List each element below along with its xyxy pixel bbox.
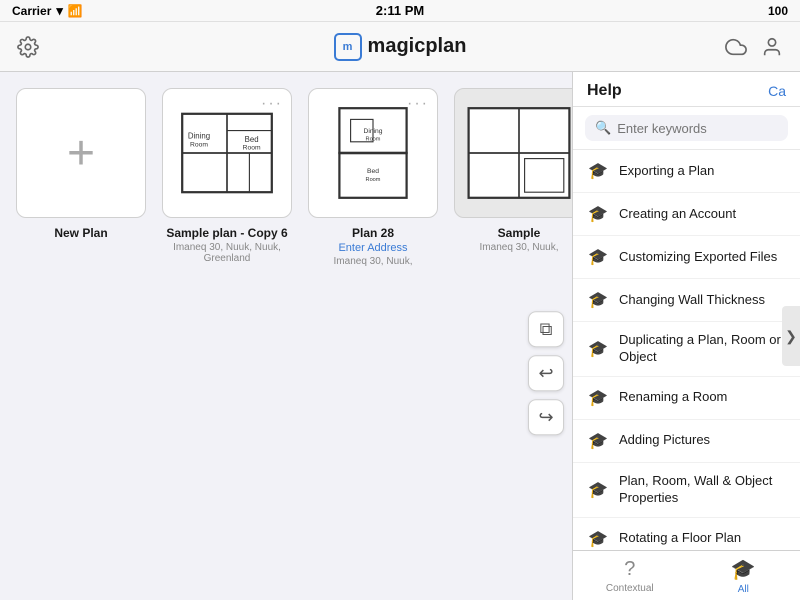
three-dots-icon[interactable]: ··· [261, 95, 283, 113]
help-item-text-customizing: Customizing Exported Files [619, 249, 786, 266]
cloud-icon[interactable] [724, 35, 748, 59]
help-header: Help Ca [573, 72, 800, 107]
help-item-text-creating: Creating an Account [619, 206, 786, 223]
copy-button[interactable]: ⧉ [528, 311, 564, 347]
plan-sublabel-28: Imaneq 30, Nuuk, [334, 256, 413, 267]
help-item-creating-account[interactable]: 🎓 Creating an Account [573, 193, 800, 236]
gear-icon[interactable] [16, 35, 40, 59]
help-item-wall-thickness[interactable]: 🎓 Changing Wall Thickness [573, 279, 800, 322]
nav-bar: m magicplan [0, 22, 800, 72]
help-item-plan-properties[interactable]: 🎓 Plan, Room, Wall & Object Properties [573, 463, 800, 518]
help-search: 🔍 [573, 107, 800, 150]
help-item-adding-pictures[interactable]: 🎓 Adding Pictures [573, 420, 800, 463]
help-item-renaming[interactable]: 🎓 Renaming a Room [573, 377, 800, 420]
new-plan-thumb[interactable]: + [16, 88, 146, 218]
cap-icon-wall: 🎓 [587, 289, 609, 311]
nav-right [724, 35, 784, 59]
svg-text:Room: Room [243, 145, 261, 152]
add-icon: + [67, 126, 95, 181]
help-list: 🎓 Exporting a Plan 🎓 Creating an Account… [573, 150, 800, 550]
plan-sublabel-copy6: Imaneq 30, Nuuk, Nuuk, Greenland [162, 242, 292, 264]
svg-text:Bed: Bed [367, 168, 379, 175]
help-search-inner: 🔍 [585, 115, 788, 141]
help-item-rotating[interactable]: 🎓 Rotating a Floor Plan [573, 518, 800, 550]
logo-box: m [334, 33, 362, 61]
help-item-duplicating[interactable]: 🎓 Duplicating a Plan, Room or Object [573, 322, 800, 377]
svg-text:Dining: Dining [188, 131, 210, 140]
status-bar: Carrier ▾ 📶 2:11 PM 100 [0, 0, 800, 22]
help-item-text-exporting: Exporting a Plan [619, 163, 786, 180]
cap-icon-rotating: 🎓 [587, 528, 609, 550]
help-item-text-duplicating: Duplicating a Plan, Room or Object [619, 332, 786, 366]
cap-icon-customizing: 🎓 [587, 246, 609, 268]
cap-icon-properties: 🎓 [587, 479, 609, 501]
help-cancel-button[interactable]: Ca [768, 83, 786, 99]
help-footer: ? Contextual 🎓 All [573, 550, 800, 600]
battery-label: 100 [768, 4, 788, 18]
svg-text:Room: Room [190, 141, 208, 148]
status-left: Carrier ▾ 📶 [12, 3, 83, 19]
plan-card-sample-partial[interactable]: Sample Imaneq 30, Nuuk, [454, 88, 572, 253]
svg-text:Room: Room [366, 177, 381, 183]
contextual-tab-label: Contextual [606, 583, 654, 594]
plan-label-28: Plan 28 [352, 226, 394, 240]
chevron-right-icon: ❯ [785, 328, 797, 345]
help-item-text-pictures: Adding Pictures [619, 432, 786, 449]
help-item-text-rotating: Rotating a Floor Plan [619, 530, 786, 547]
nav-left [16, 35, 76, 59]
help-item-text-renaming: Renaming a Room [619, 389, 786, 406]
status-right: 100 [768, 4, 788, 18]
status-time: 2:11 PM [376, 3, 424, 18]
search-icon: 🔍 [595, 120, 611, 136]
cap-icon-renaming: 🎓 [587, 387, 609, 409]
plan-card-28[interactable]: ··· Dining Room Bed Room Plan 28 Enter A… [308, 88, 438, 267]
help-item-customizing[interactable]: 🎓 Customizing Exported Files [573, 236, 800, 279]
cap-icon-creating: 🎓 [587, 203, 609, 225]
help-item-text-wall: Changing Wall Thickness [619, 292, 786, 309]
plan-thumb-28[interactable]: ··· Dining Room Bed Room [308, 88, 438, 218]
plan-partial-thumbnail [455, 89, 572, 217]
contextual-tab-icon: ? [624, 558, 635, 581]
plan-label-partial: Sample [498, 226, 541, 240]
all-tab-label: All [738, 584, 749, 595]
help-title: Help [587, 82, 622, 100]
cap-icon-exporting: 🎓 [587, 160, 609, 182]
cap-icon-duplicating: 🎓 [587, 338, 609, 360]
plans-area: + New Plan ··· Dining Room Bed Room [0, 72, 572, 600]
all-tab-icon: 🎓 [731, 557, 756, 582]
right-chevron-button[interactable]: ❯ [782, 306, 800, 366]
undo-button[interactable]: ↩ [528, 355, 564, 391]
redo-button[interactable]: ↪ [528, 399, 564, 435]
help-tab-contextual[interactable]: ? Contextual [573, 551, 687, 600]
cap-icon-pictures: 🎓 [587, 430, 609, 452]
new-plan-card[interactable]: + New Plan [16, 88, 146, 240]
person-icon[interactable] [760, 35, 784, 59]
new-plan-label: New Plan [54, 226, 107, 240]
help-search-input[interactable] [617, 121, 778, 136]
undo-icon: ↩ [538, 363, 553, 384]
side-actions: ⧉ ↩ ↪ [528, 311, 564, 435]
help-item-text-properties: Plan, Room, Wall & Object Properties [619, 473, 786, 507]
plan-label-copy6: Sample plan - Copy 6 [166, 226, 287, 240]
three-dots-icon-28[interactable]: ··· [407, 95, 429, 113]
plan-address-28[interactable]: Enter Address [338, 242, 407, 254]
help-panel: Help Ca 🔍 🎓 Exporting a Plan 🎓 Creating … [572, 72, 800, 600]
help-item-exporting[interactable]: 🎓 Exporting a Plan [573, 150, 800, 193]
main-content: + New Plan ··· Dining Room Bed Room [0, 72, 800, 600]
help-tab-all[interactable]: 🎓 All [687, 551, 800, 600]
svg-text:Dining: Dining [363, 128, 382, 135]
plan-thumb-partial[interactable] [454, 88, 572, 218]
svg-text:Room: Room [366, 137, 381, 143]
nav-center: m magicplan [334, 33, 467, 61]
carrier-label: Carrier [12, 4, 51, 18]
app-name: magicplan [368, 35, 467, 58]
plan-card-copy6[interactable]: ··· Dining Room Bed Room Sample plan - C… [162, 88, 292, 264]
signal-icon: 📶 [68, 4, 83, 18]
wifi-icon: ▾ [56, 3, 63, 19]
copy-icon: ⧉ [540, 319, 553, 340]
plan-sublabel-partial: Imaneq 30, Nuuk, [480, 242, 559, 253]
redo-icon: ↪ [538, 407, 553, 428]
plan-thumb-copy6[interactable]: ··· Dining Room Bed Room [162, 88, 292, 218]
svg-text:Bed: Bed [245, 135, 259, 144]
